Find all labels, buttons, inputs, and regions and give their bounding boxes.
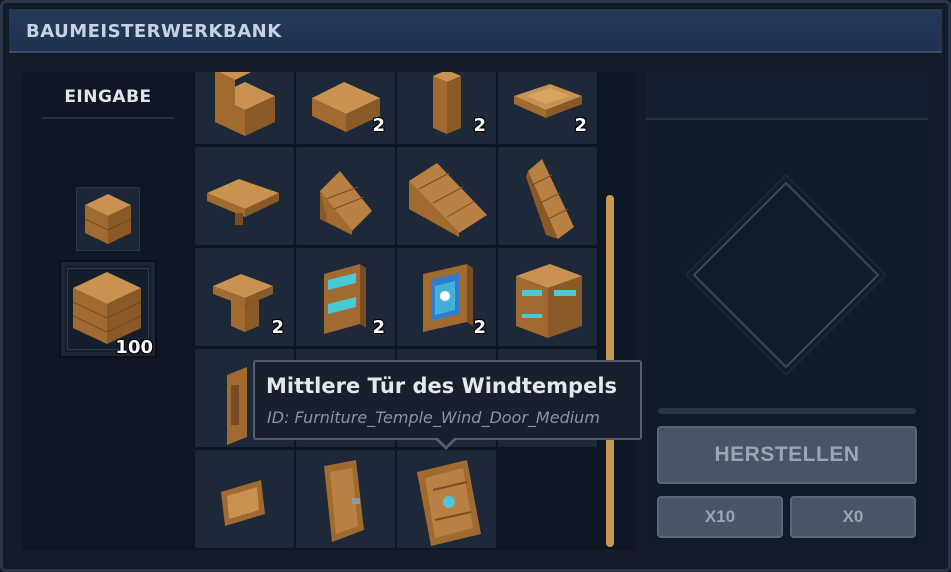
- recipe-grid: 2 2 2 2 2 2: [195, 72, 601, 550]
- title-bar: BAUMEISTERWERKBANK: [9, 9, 942, 53]
- wood-block-icon: [77, 188, 139, 250]
- recipe-slot[interactable]: [397, 147, 496, 245]
- output-header: [646, 72, 928, 120]
- tooltip-item-id: ID: Furniture_Temple_Wind_Door_Medium: [267, 408, 600, 427]
- wood-door-icon: [296, 450, 395, 548]
- window-title: BAUMEISTERWERKBANK: [26, 21, 282, 42]
- recipe-slot[interactable]: [397, 450, 496, 548]
- recipe-slot[interactable]: 2: [296, 72, 395, 144]
- wood-roof-small-icon: [296, 147, 395, 245]
- recipe-slot[interactable]: [195, 72, 294, 144]
- input-column: EINGABE 100: [42, 72, 174, 550]
- wind-door-medium-icon: [397, 450, 496, 548]
- recipe-slot[interactable]: [498, 147, 597, 245]
- empty-diamond-slot-icon: [686, 175, 886, 375]
- recipe-count: 2: [473, 317, 486, 338]
- tooltip-title: Mittlere Tür des Windtempels: [266, 374, 618, 398]
- input-count: 100: [115, 337, 153, 358]
- recipe-slot[interactable]: [195, 147, 294, 245]
- input-divider: [42, 117, 174, 119]
- input-label: EINGABE: [64, 87, 152, 107]
- recipe-count: 2: [372, 317, 385, 338]
- wood-sign-icon: [195, 450, 294, 548]
- input-small-slot[interactable]: [76, 187, 140, 251]
- recipe-slot[interactable]: [195, 450, 294, 548]
- wind-cabinet-icon: [498, 248, 597, 346]
- recipe-slot[interactable]: [498, 248, 597, 346]
- recipe-slot[interactable]: [296, 450, 395, 548]
- output-slot[interactable]: [686, 175, 886, 375]
- recipe-count: 2: [372, 115, 385, 136]
- craft-x0-button[interactable]: X0: [790, 496, 916, 538]
- recipe-slot[interactable]: [296, 147, 395, 245]
- wood-roof-large-icon: [397, 147, 496, 245]
- recipe-slot[interactable]: 2: [498, 72, 597, 144]
- recipe-slot[interactable]: 2: [397, 72, 496, 144]
- item-tooltip: Mittlere Tür des Windtempels ID: Furnitu…: [253, 360, 642, 440]
- wood-roof-tall-icon: [498, 147, 597, 245]
- craft-x10-button[interactable]: X10: [657, 496, 783, 538]
- wood-table-icon: [195, 147, 294, 245]
- recipe-slot[interactable]: 2: [195, 248, 294, 346]
- input-main-slot[interactable]: 100: [59, 260, 157, 358]
- recipe-count: 2: [574, 115, 587, 136]
- tooltip-arrow-inner: [437, 437, 455, 446]
- recipe-count: 2: [271, 317, 284, 338]
- recipe-slot[interactable]: 2: [296, 248, 395, 346]
- recipe-count: 2: [473, 115, 486, 136]
- recipe-slot[interactable]: 2: [397, 248, 496, 346]
- craft-progress-bar: [658, 408, 916, 414]
- wood-stairs-icon: [195, 72, 294, 144]
- craft-button[interactable]: HERSTELLEN: [657, 426, 917, 484]
